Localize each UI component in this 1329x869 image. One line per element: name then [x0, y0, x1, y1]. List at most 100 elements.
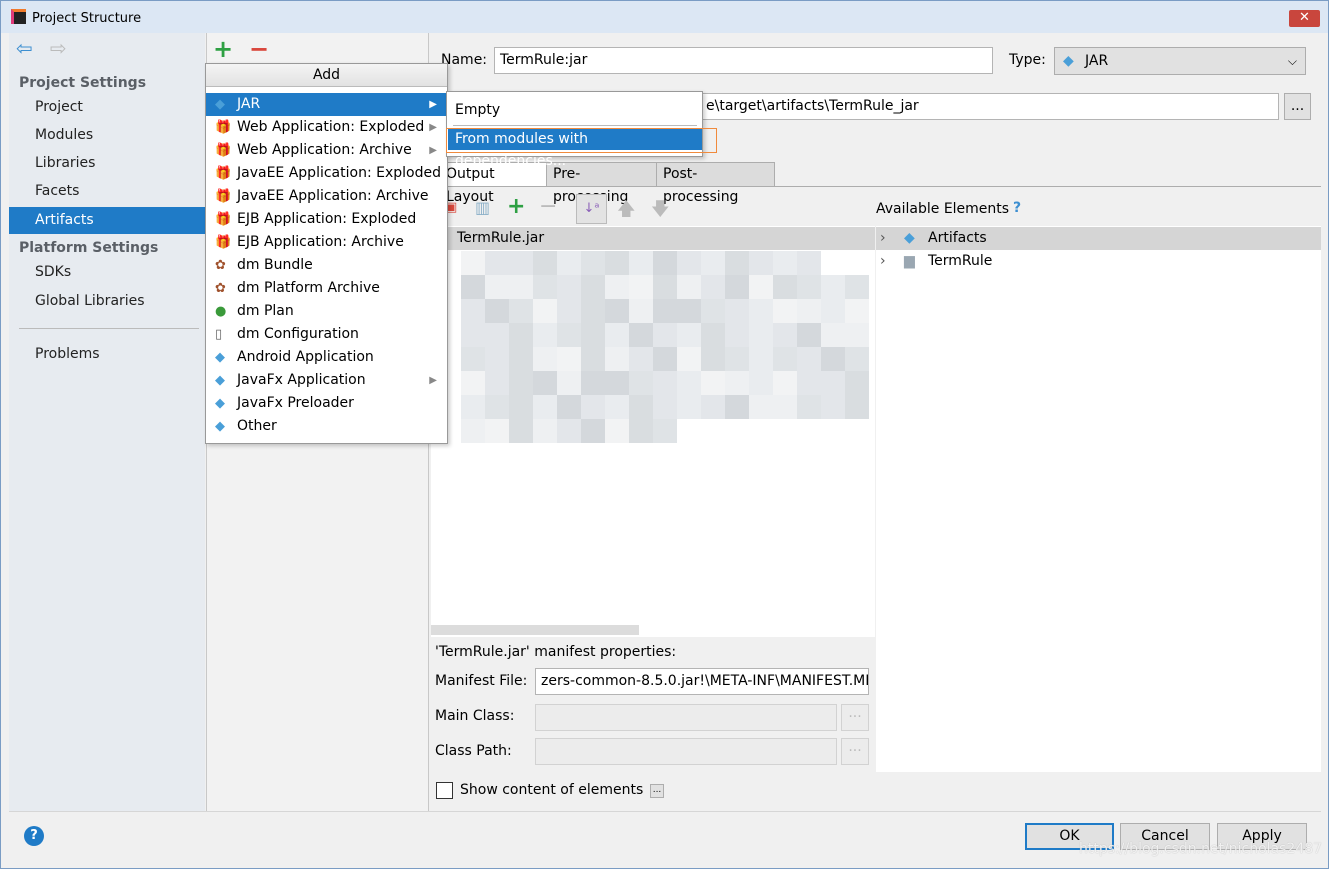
- blur-block: [509, 395, 533, 419]
- show-content-checkbox[interactable]: [436, 782, 453, 799]
- menu-item[interactable]: 🎁 JavaEE Application: Exploded: [206, 162, 447, 185]
- menu-item[interactable]: 🎁 Web Application: Exploded ▶: [206, 116, 447, 139]
- menu-item[interactable]: ✿ dm Bundle: [206, 254, 447, 277]
- tree-item-label: Artifacts: [928, 230, 987, 246]
- tree-row-artifacts[interactable]: › ◆ Artifacts: [876, 227, 1321, 250]
- blur-block: [461, 419, 485, 443]
- back-arrow-icon[interactable]: ⇦: [16, 36, 33, 60]
- move-up-icon[interactable]: 🡅: [617, 197, 636, 227]
- blur-block: [701, 299, 725, 323]
- menu-item[interactable]: ◆ JAR ▶: [206, 93, 447, 116]
- menu-separator: [453, 125, 697, 126]
- blur-block: [773, 299, 797, 323]
- blur-block: [773, 275, 797, 299]
- add-copy-icon[interactable]: +: [507, 194, 525, 219]
- blur-block: [461, 371, 485, 395]
- blur-block: [677, 251, 701, 275]
- blur-block: [485, 275, 509, 299]
- chevron-right-icon: ›: [880, 230, 886, 246]
- move-down-icon[interactable]: 🡇: [651, 197, 670, 227]
- tree-item-label: TermRule: [928, 253, 993, 269]
- close-button[interactable]: ✕: [1289, 10, 1320, 27]
- blur-block: [797, 347, 821, 371]
- output-layout-tree[interactable]: TermRule.jar: [431, 226, 875, 637]
- blur-block: [773, 347, 797, 371]
- sidebar-item-project[interactable]: Project: [9, 94, 205, 121]
- menu-item[interactable]: ◆ Other: [206, 415, 447, 438]
- blur-block: [485, 251, 509, 275]
- remove-icon[interactable]: −: [249, 35, 269, 63]
- sidebar-item-global-libraries[interactable]: Global Libraries: [9, 288, 205, 315]
- blur-block: [485, 347, 509, 371]
- blur-block: [557, 395, 581, 419]
- blur-block: [533, 395, 557, 419]
- blur-block: [485, 323, 509, 347]
- menu-item[interactable]: ▯ dm Configuration: [206, 323, 447, 346]
- sidebar: ⇦ ⇨ Project Settings Project Modules Lib…: [9, 33, 205, 811]
- blur-block: [653, 347, 677, 371]
- blur-block: [749, 275, 773, 299]
- blur-block: [581, 347, 605, 371]
- help-button[interactable]: ?: [24, 826, 44, 846]
- add-icon[interactable]: +: [213, 35, 233, 63]
- sidebar-item-sdks[interactable]: SDKs: [9, 259, 205, 286]
- menu-item[interactable]: ◆ JavaFx Application ▶: [206, 369, 447, 392]
- main-class-input[interactable]: [535, 704, 837, 731]
- sidebar-item-facets[interactable]: Facets: [9, 178, 205, 205]
- menu-item[interactable]: ◆ JavaFx Preloader: [206, 392, 447, 415]
- sidebar-item-modules[interactable]: Modules: [9, 122, 205, 149]
- type-value: JAR: [1085, 53, 1109, 69]
- blur-block: [797, 275, 821, 299]
- blur-block: [725, 299, 749, 323]
- blur-block: [821, 323, 845, 347]
- show-content-options-button[interactable]: ...: [650, 784, 664, 798]
- sidebar-item-problems[interactable]: Problems: [9, 341, 205, 368]
- tree-row-root[interactable]: TermRule.jar: [431, 227, 875, 250]
- menu-item[interactable]: ✿ dm Platform Archive: [206, 277, 447, 300]
- forward-arrow-icon[interactable]: ⇨: [50, 36, 67, 60]
- ejb-icon: 🎁: [215, 212, 232, 227]
- menu-item[interactable]: 🎁 Web Application: Archive ▶: [206, 139, 447, 162]
- blur-block: [581, 299, 605, 323]
- blur-block: [509, 251, 533, 275]
- add-menu-header: Add: [206, 64, 447, 87]
- blur-block: [845, 347, 869, 371]
- type-select[interactable]: ◆ JAR ⌵: [1054, 47, 1306, 75]
- sidebar-item-libraries[interactable]: Libraries: [9, 150, 205, 177]
- help-icon[interactable]: ?: [1013, 200, 1021, 216]
- blur-block: [821, 347, 845, 371]
- sort-icon[interactable]: ↓ᵃ: [576, 194, 607, 224]
- tab-post-processing[interactable]: Post-processing: [656, 162, 775, 205]
- sidebar-item-artifacts[interactable]: Artifacts: [9, 207, 205, 234]
- browse-output-button[interactable]: ...: [1284, 93, 1311, 120]
- blur-block: [821, 299, 845, 323]
- menu-item[interactable]: 🎁 EJB Application: Exploded: [206, 208, 447, 231]
- menu-item[interactable]: 🎁 JavaEE Application: Archive: [206, 185, 447, 208]
- remove-element-icon[interactable]: −: [539, 194, 557, 219]
- available-elements-tree[interactable]: › ◆ Artifacts › ▆ TermRule: [876, 226, 1321, 772]
- blur-block: [797, 323, 821, 347]
- class-path-input[interactable]: [535, 738, 837, 765]
- blur-block: [581, 419, 605, 443]
- name-input[interactable]: TermRule:jar: [494, 47, 993, 74]
- manifest-file-input[interactable]: zers-common-8.5.0.jar!\META-INF\MANIFEST…: [535, 668, 869, 695]
- blur-block: [557, 251, 581, 275]
- menu-item[interactable]: 🎁 EJB Application: Archive: [206, 231, 447, 254]
- blur-block: [845, 299, 869, 323]
- menu-item-label: dm Platform Archive: [237, 280, 380, 296]
- artifact-icon: ◆: [904, 230, 915, 246]
- main-class-browse-button[interactable]: ...: [841, 704, 869, 731]
- horizontal-scrollbar[interactable]: [431, 625, 639, 635]
- blur-block: [773, 371, 797, 395]
- tree-row-termrule[interactable]: › ▆ TermRule: [876, 250, 1321, 273]
- jar-icon: ◆: [215, 97, 225, 112]
- blur-block: [605, 251, 629, 275]
- menu-item-empty[interactable]: Empty: [448, 99, 702, 121]
- menu-item[interactable]: ◆ Android Application: [206, 346, 447, 369]
- class-path-browse-button[interactable]: ...: [841, 738, 869, 765]
- menu-item[interactable]: ● dm Plan: [206, 300, 447, 323]
- class-path-label: Class Path:: [435, 743, 512, 759]
- archive-icon[interactable]: ▥: [475, 198, 490, 217]
- blur-block: [677, 371, 701, 395]
- output-directory-input[interactable]: e\target\artifacts\TermRule_jar: [641, 93, 1279, 120]
